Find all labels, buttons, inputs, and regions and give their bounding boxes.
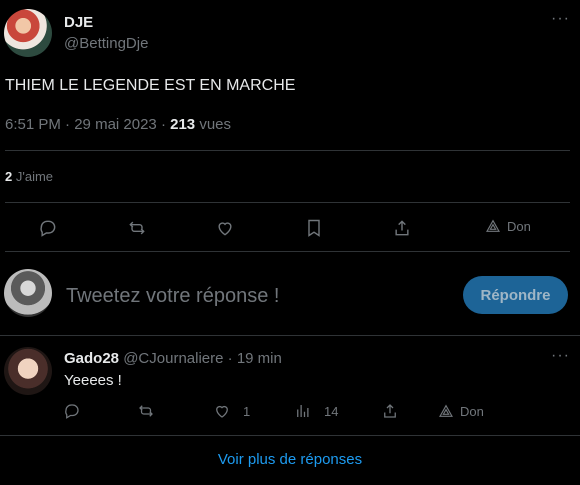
likes-count: 2 [5,169,13,184]
divider [0,335,580,336]
reply-more-options-icon[interactable]: ··· [551,347,570,365]
share-icon [395,220,409,236]
reply-author-name[interactable]: Gado28 [64,350,119,367]
reply-author-avatar[interactable] [4,347,52,395]
divider [0,435,580,436]
author-handle[interactable]: @BettingDje [64,35,148,52]
show-more-replies-link[interactable]: Voir plus de réponses [0,451,580,468]
submit-reply-button[interactable]: Répondre [463,276,568,314]
views-count: 213 [170,116,196,133]
reply-icon [40,220,56,237]
tip-label: Don [507,218,531,234]
reply-text: Yeeees ! [64,372,122,389]
reply-retweet-button[interactable] [137,402,155,420]
reply-input[interactable] [66,282,436,310]
reply-icon [65,404,79,419]
reply-tip-button[interactable]: Don [438,403,484,419]
bookmark-icon [308,219,320,237]
divider [5,150,570,151]
bookmark-button[interactable] [304,218,324,238]
reply-button[interactable] [38,218,58,238]
divider [5,251,570,252]
author-avatar[interactable] [4,9,52,57]
current-user-avatar[interactable] [4,269,52,317]
reply-share-button[interactable] [381,402,399,420]
reply-like-button[interactable]: 1 [213,402,250,420]
tip-icon [486,219,500,232]
reply-reply-button[interactable] [63,402,81,420]
tip-icon [439,404,453,417]
reply-views-button[interactable]: 14 [294,402,338,420]
retweet-icon [139,405,153,417]
heart-icon [216,405,228,418]
views-icon [297,405,309,417]
reply-separator: · [227,350,233,367]
reply-header: Gado28 @CJournaliere · 19 min [64,350,282,367]
heart-icon [218,222,232,236]
retweet-button[interactable] [127,218,147,238]
reply-views-count: 14 [324,403,339,419]
divider [5,202,570,203]
tweet-time[interactable]: 6:51 PM [5,116,61,133]
views-label: vues [199,116,232,133]
share-icon [384,404,396,418]
likes-stat[interactable]: 2 J'aime [5,169,53,184]
share-button[interactable] [392,218,412,238]
tip-button[interactable]: Don [485,218,531,234]
like-button[interactable] [215,218,235,238]
meta-separator: · [160,116,171,133]
meta-separator: · [65,116,75,133]
tweet-text: THIEM LE LEGENDE EST EN MARCHE [5,77,296,94]
tweet-date[interactable]: 29 mai 2023 [74,116,157,133]
reply-age[interactable]: 19 min [237,350,282,367]
likes-label: J'aime [15,169,54,184]
reply-author-handle[interactable]: @CJournaliere [123,350,223,367]
reply-tip-label: Don [460,403,484,419]
retweet-icon [129,221,145,235]
author-name[interactable]: DJE [64,14,93,31]
more-options-icon[interactable]: ··· [551,10,570,28]
reply-likes-count: 1 [243,403,251,419]
tweet-meta: 6:51 PM · 29 mai 2023 · 213 vues [5,116,231,133]
